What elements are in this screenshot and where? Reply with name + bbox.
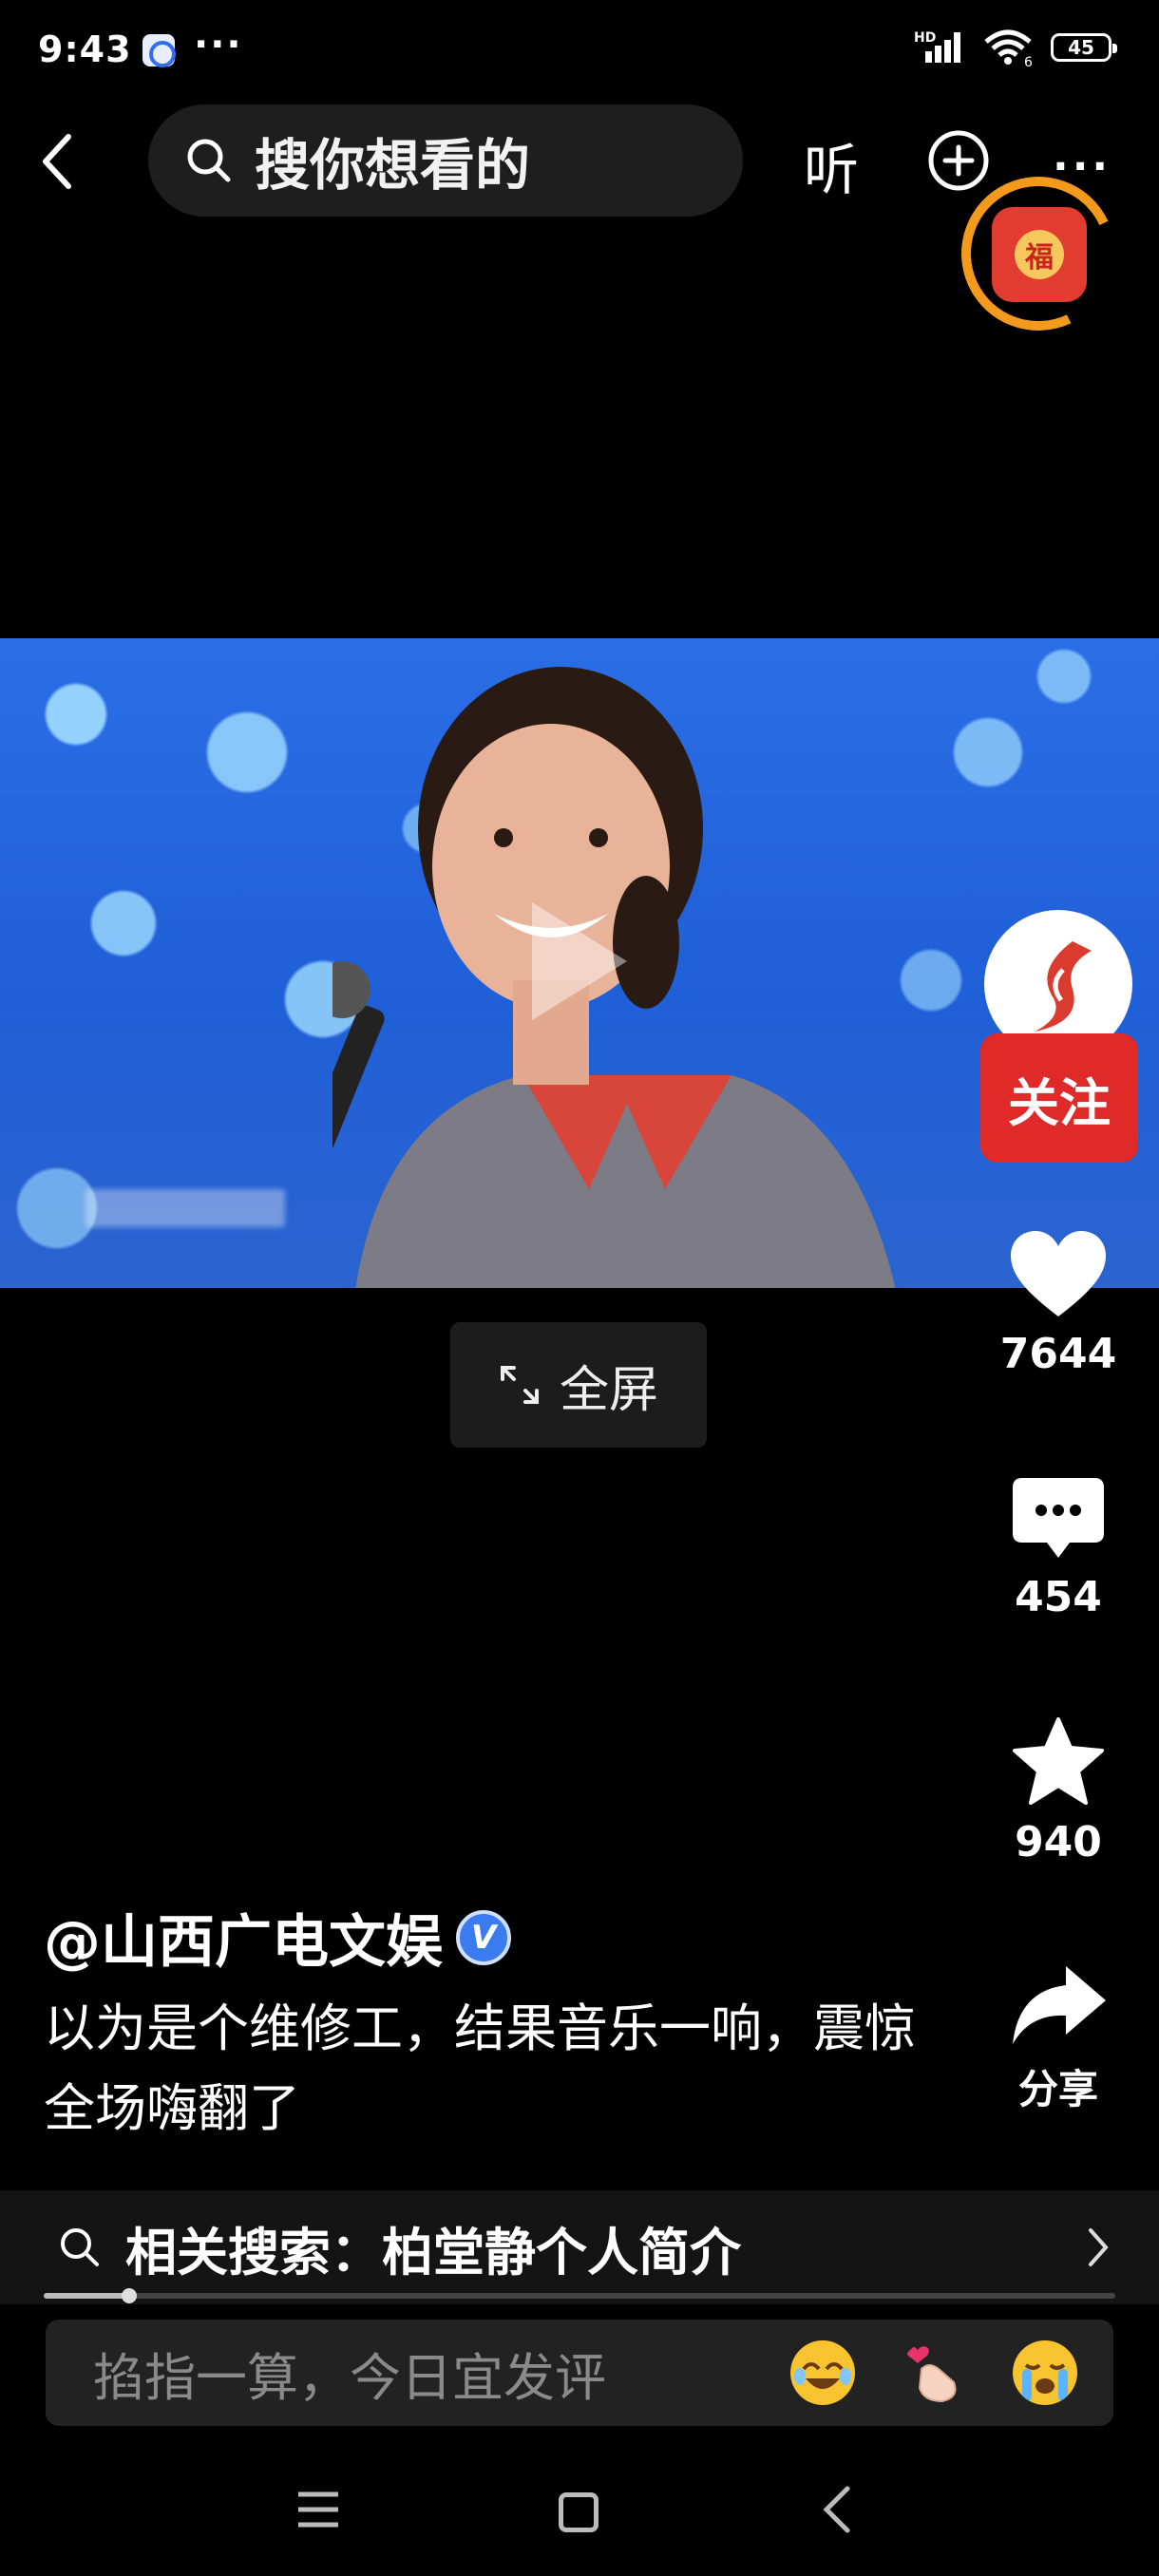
- channel-logo-icon: [1035, 941, 1092, 1032]
- crying-emoji-icon[interactable]: [1013, 2340, 1077, 2405]
- back-button[interactable]: [38, 123, 95, 199]
- home-button-icon[interactable]: [559, 2492, 598, 2532]
- comment-input[interactable]: 掐指一算，今日宜发评: [46, 2320, 1113, 2426]
- search-input[interactable]: 搜你想看的: [148, 104, 743, 217]
- star-icon: [1013, 1717, 1104, 1805]
- post-description: 以为是个维修工，结果音乐一响，震惊全场嗨翻了: [44, 1998, 916, 2138]
- verified-badge-icon: V: [456, 1909, 511, 1965]
- like-button[interactable]: 7644: [973, 1229, 1144, 1378]
- comment-count: 454: [1015, 1573, 1102, 1621]
- laugh-emoji-icon[interactable]: [790, 2340, 855, 2405]
- related-search-bar[interactable]: 相关搜索：柏堂静个人简介: [0, 2190, 1159, 2304]
- fullscreen-label: 全屏: [559, 1361, 658, 1419]
- share-arrow-icon: [1013, 1966, 1106, 2044]
- search-placeholder: 搜你想看的: [255, 133, 531, 198]
- author-name[interactable]: @山西广电文娱 V: [44, 1896, 511, 1979]
- heart-icon: [1011, 1231, 1106, 1316]
- notification-app-icon: [142, 34, 176, 67]
- fullscreen-button[interactable]: 全屏: [450, 1322, 707, 1448]
- video-player[interactable]: [0, 638, 1159, 1288]
- status-more-indicator: ···: [194, 23, 243, 66]
- follow-button[interactable]: 关注: [980, 1033, 1138, 1163]
- comment-icon: [1013, 1478, 1104, 1558]
- fullscreen-expand-icon: [500, 1366, 539, 1404]
- status-indicators: HD 6 45: [914, 28, 1117, 66]
- search-icon: [187, 139, 231, 182]
- progress-fill: [44, 2293, 130, 2299]
- cell-signal-icon: HD: [914, 28, 965, 66]
- hd-label: HD: [914, 30, 937, 46]
- search-icon: [61, 2228, 99, 2266]
- blurred-caption: [86, 1189, 285, 1227]
- finger-heart-emoji-icon[interactable]: [901, 2340, 965, 2405]
- add-circle-icon[interactable]: [927, 129, 990, 192]
- wifi-icon: 6: [984, 29, 1033, 66]
- back-arrow-icon: [43, 134, 71, 189]
- status-time: 9:43: [38, 28, 132, 70]
- comment-button[interactable]: 454: [973, 1474, 1144, 1621]
- related-search-label: 相关搜索：柏堂静个人简介: [125, 2222, 741, 2282]
- like-count: 7644: [999, 1330, 1117, 1378]
- status-bar: 9:43 ··· HD 6 45: [0, 0, 1159, 104]
- favorite-count: 940: [1015, 1818, 1102, 1866]
- battery-icon: 45: [1051, 33, 1117, 62]
- share-label: 分享: [1017, 2066, 1098, 2112]
- listen-button[interactable]: 听: [804, 125, 859, 205]
- chevron-right-icon: [1089, 2228, 1109, 2266]
- wifi-band-label: 6: [1024, 55, 1033, 66]
- video-progress-bar[interactable]: [44, 2288, 1115, 2303]
- recent-apps-icon[interactable]: [296, 2489, 340, 2530]
- comment-placeholder: 掐指一算，今日宜发评: [93, 2347, 606, 2408]
- system-navigation-bar: [0, 2451, 1159, 2576]
- fu-icon: 福: [1015, 230, 1064, 279]
- reward-badge-button[interactable]: 福: [992, 207, 1087, 302]
- author-handle[interactable]: @山西广电文娱: [44, 1896, 443, 1979]
- play-icon[interactable]: [532, 902, 627, 1020]
- system-back-icon[interactable]: [821, 2485, 853, 2534]
- favorite-button[interactable]: 940: [973, 1715, 1144, 1866]
- share-button[interactable]: 分享: [973, 1962, 1144, 2115]
